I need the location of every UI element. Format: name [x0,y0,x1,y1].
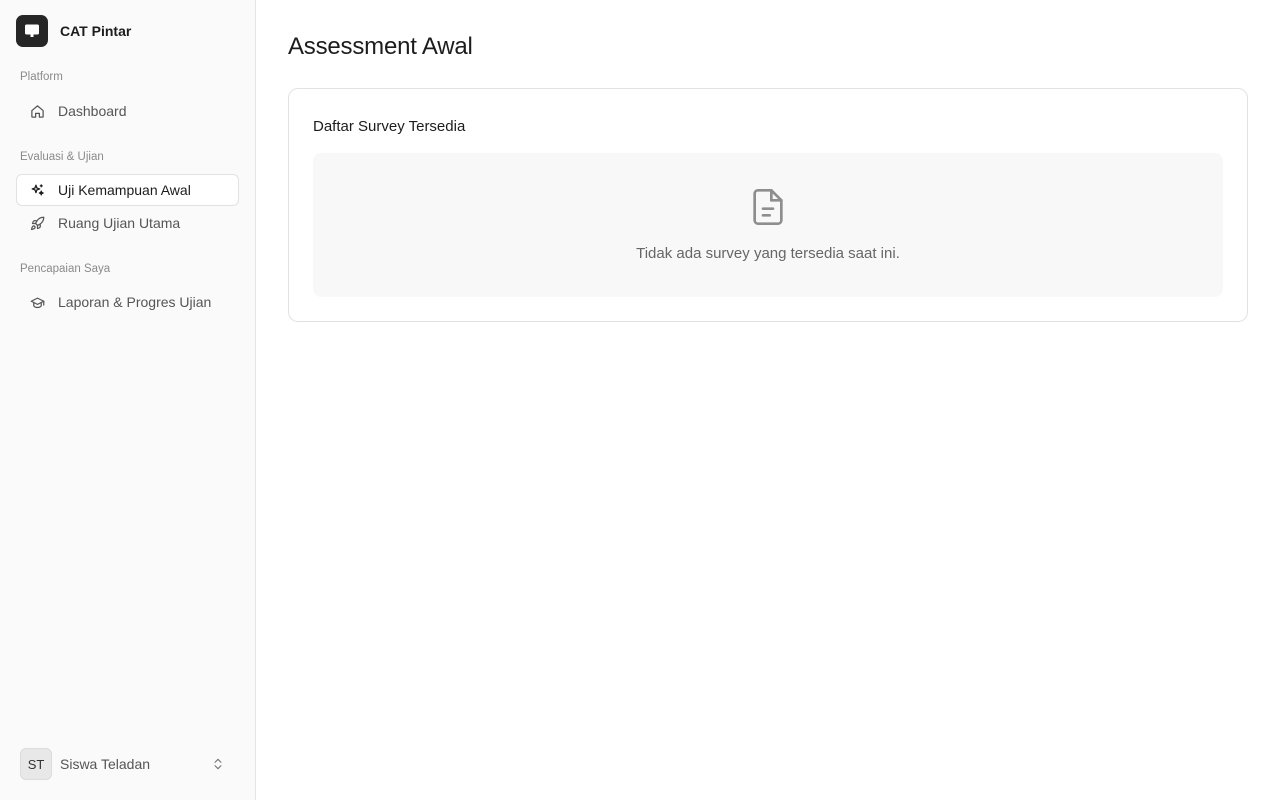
card-title: Daftar Survey Tersedia [313,118,466,135]
empty-state-text: Tidak ada survey yang tersedia saat ini. [636,245,900,262]
group-label-platform: Platform [20,71,63,83]
survey-card: Daftar Survey Tersedia Tidak ada survey … [288,88,1248,322]
home-icon [29,103,45,119]
group-label-pencapaian: Pencapaian Saya [20,263,111,275]
page-title: Assessment Awal [288,33,473,60]
brand-name: CAT Pintar [60,23,132,39]
sidebar-item-label: Dashboard [58,103,127,119]
brand[interactable]: CAT Pintar [16,15,131,47]
main-content: Assessment Awal Daftar Survey Tersedia T… [256,0,1280,800]
file-text-icon [748,185,788,229]
sidebar-item-label: Ruang Ujian Utama [58,215,181,231]
sparkles-icon [29,182,45,198]
avatar: ST [20,748,52,780]
user-menu[interactable]: ST Siswa Teladan [16,748,239,780]
user-name: Siswa Teladan [60,756,151,772]
sidebar-item-dashboard[interactable]: Dashboard [16,95,239,127]
sidebar-item-label: Laporan & Progres Ujian [58,294,212,310]
sidebar-item-ruang-ujian-utama[interactable]: Ruang Ujian Utama [16,207,239,239]
empty-state: Tidak ada survey yang tersedia saat ini. [313,153,1223,297]
chevrons-up-down-icon [211,757,225,771]
rocket-icon [29,215,45,231]
brand-logo-icon [16,15,48,47]
sidebar-item-label: Uji Kemampuan Awal [58,182,191,198]
graduation-cap-icon [29,294,45,310]
sidebar-item-uji-kemampuan-awal[interactable]: Uji Kemampuan Awal [16,174,239,206]
group-label-evaluasi: Evaluasi & Ujian [20,151,104,163]
sidebar: CAT Pintar Platform Dashboard Evaluasi &… [0,0,256,800]
sidebar-item-laporan-progres[interactable]: Laporan & Progres Ujian [16,286,239,318]
